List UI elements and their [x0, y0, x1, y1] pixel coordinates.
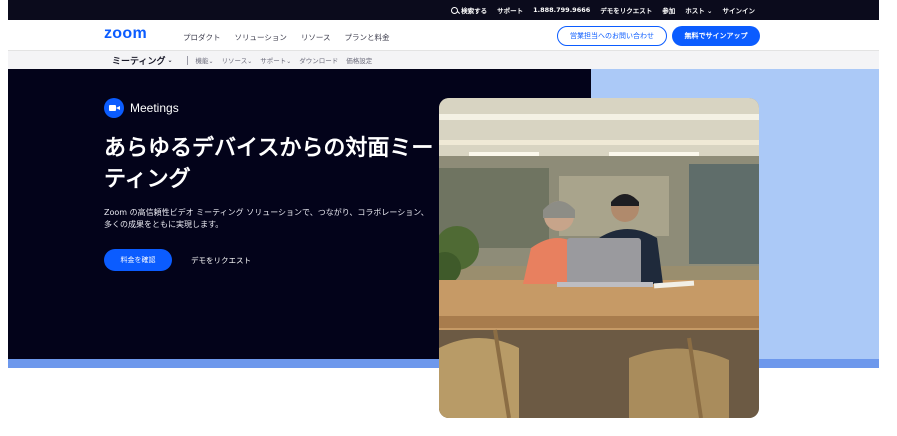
support-link[interactable]: サポート — [497, 5, 523, 15]
subnav-item-pricing[interactable]: 価格設定 — [346, 55, 372, 65]
view-pricing-button[interactable]: 料金を確認 — [104, 249, 172, 271]
search-label: 検索する — [461, 7, 488, 15]
subnav-item-features[interactable]: 機能⌄ — [196, 55, 214, 65]
search-link[interactable]: 検索する — [451, 5, 487, 15]
chevron-down-icon: ⌄ — [707, 7, 713, 15]
hero-headline: あらゆるデバイスからの対面ミーティング — [104, 136, 434, 192]
page: 検索する サポート 1.888.799.9666 デモをリクエスト 参加 ホスト… — [0, 0, 897, 436]
subnav-title-meetings[interactable]: ミーティング ⌄ — [112, 54, 173, 67]
join-link[interactable]: 参加 — [662, 5, 675, 15]
nav-item-product[interactable]: プロダクト — [183, 32, 221, 43]
signup-free-button[interactable]: 無料でサインアップ — [672, 26, 760, 46]
subnav-title-label: ミーティング — [112, 56, 166, 67]
subnav-item-download[interactable]: ダウンロード — [299, 55, 338, 65]
host-label: ホスト — [685, 7, 705, 15]
nav-links: プロダクト ソリューション リソース プランと料金 — [183, 32, 389, 43]
sub-nav: ミーティング ⌄ 機能⌄ リソース⌄ サポート⌄ ダウンロード 価格設定 — [8, 51, 879, 69]
product-badge-label: Meetings — [130, 101, 179, 115]
chevron-down-icon: ⌄ — [247, 58, 253, 65]
request-demo-link[interactable]: デモをリクエスト — [600, 5, 652, 15]
subnav-item-support[interactable]: サポート⌄ — [260, 55, 291, 65]
main-nav: zoom プロダクト ソリューション リソース プランと料金 営業担当へのお問い… — [8, 20, 879, 51]
video-camera-icon — [104, 98, 124, 118]
meeting-photo-illustration — [439, 98, 759, 418]
nav-item-pricing[interactable]: プランと料金 — [344, 32, 389, 43]
subnav-links: 機能⌄ リソース⌄ サポート⌄ ダウンロード 価格設定 — [196, 55, 373, 65]
nav-item-solutions[interactable]: ソリューション — [235, 32, 287, 43]
product-badge: Meetings — [104, 98, 179, 118]
contact-sales-button[interactable]: 営業担当へのお問い合わせ — [557, 26, 667, 46]
chevron-down-icon: ⌄ — [167, 56, 173, 64]
signin-link[interactable]: サインイン — [723, 5, 756, 15]
subnav-item-resources[interactable]: リソース⌄ — [222, 55, 253, 65]
hero-photo — [439, 98, 759, 418]
nav-item-resources[interactable]: リソース — [301, 32, 331, 43]
utility-bar: 検索する サポート 1.888.799.9666 デモをリクエスト 参加 ホスト… — [8, 0, 879, 20]
subnav-item-label: リソース — [221, 57, 248, 65]
zoom-logo[interactable]: zoom — [104, 25, 147, 43]
divider — [186, 55, 188, 65]
hero-subtext: Zoom の高信頼性ビデオ ミーティング ソリューションで、つながり、コラボレー… — [104, 208, 429, 229]
chevron-down-icon: ⌄ — [286, 58, 292, 65]
host-menu[interactable]: ホスト ⌄ — [685, 5, 712, 15]
search-icon — [451, 6, 459, 14]
subnav-item-label: サポート — [260, 57, 287, 65]
chevron-down-icon: ⌄ — [208, 58, 214, 65]
phone-link[interactable]: 1.888.799.9666 — [533, 6, 590, 14]
subnav-item-label: 機能 — [195, 57, 209, 65]
request-demo-button[interactable]: デモをリクエスト — [191, 255, 251, 266]
